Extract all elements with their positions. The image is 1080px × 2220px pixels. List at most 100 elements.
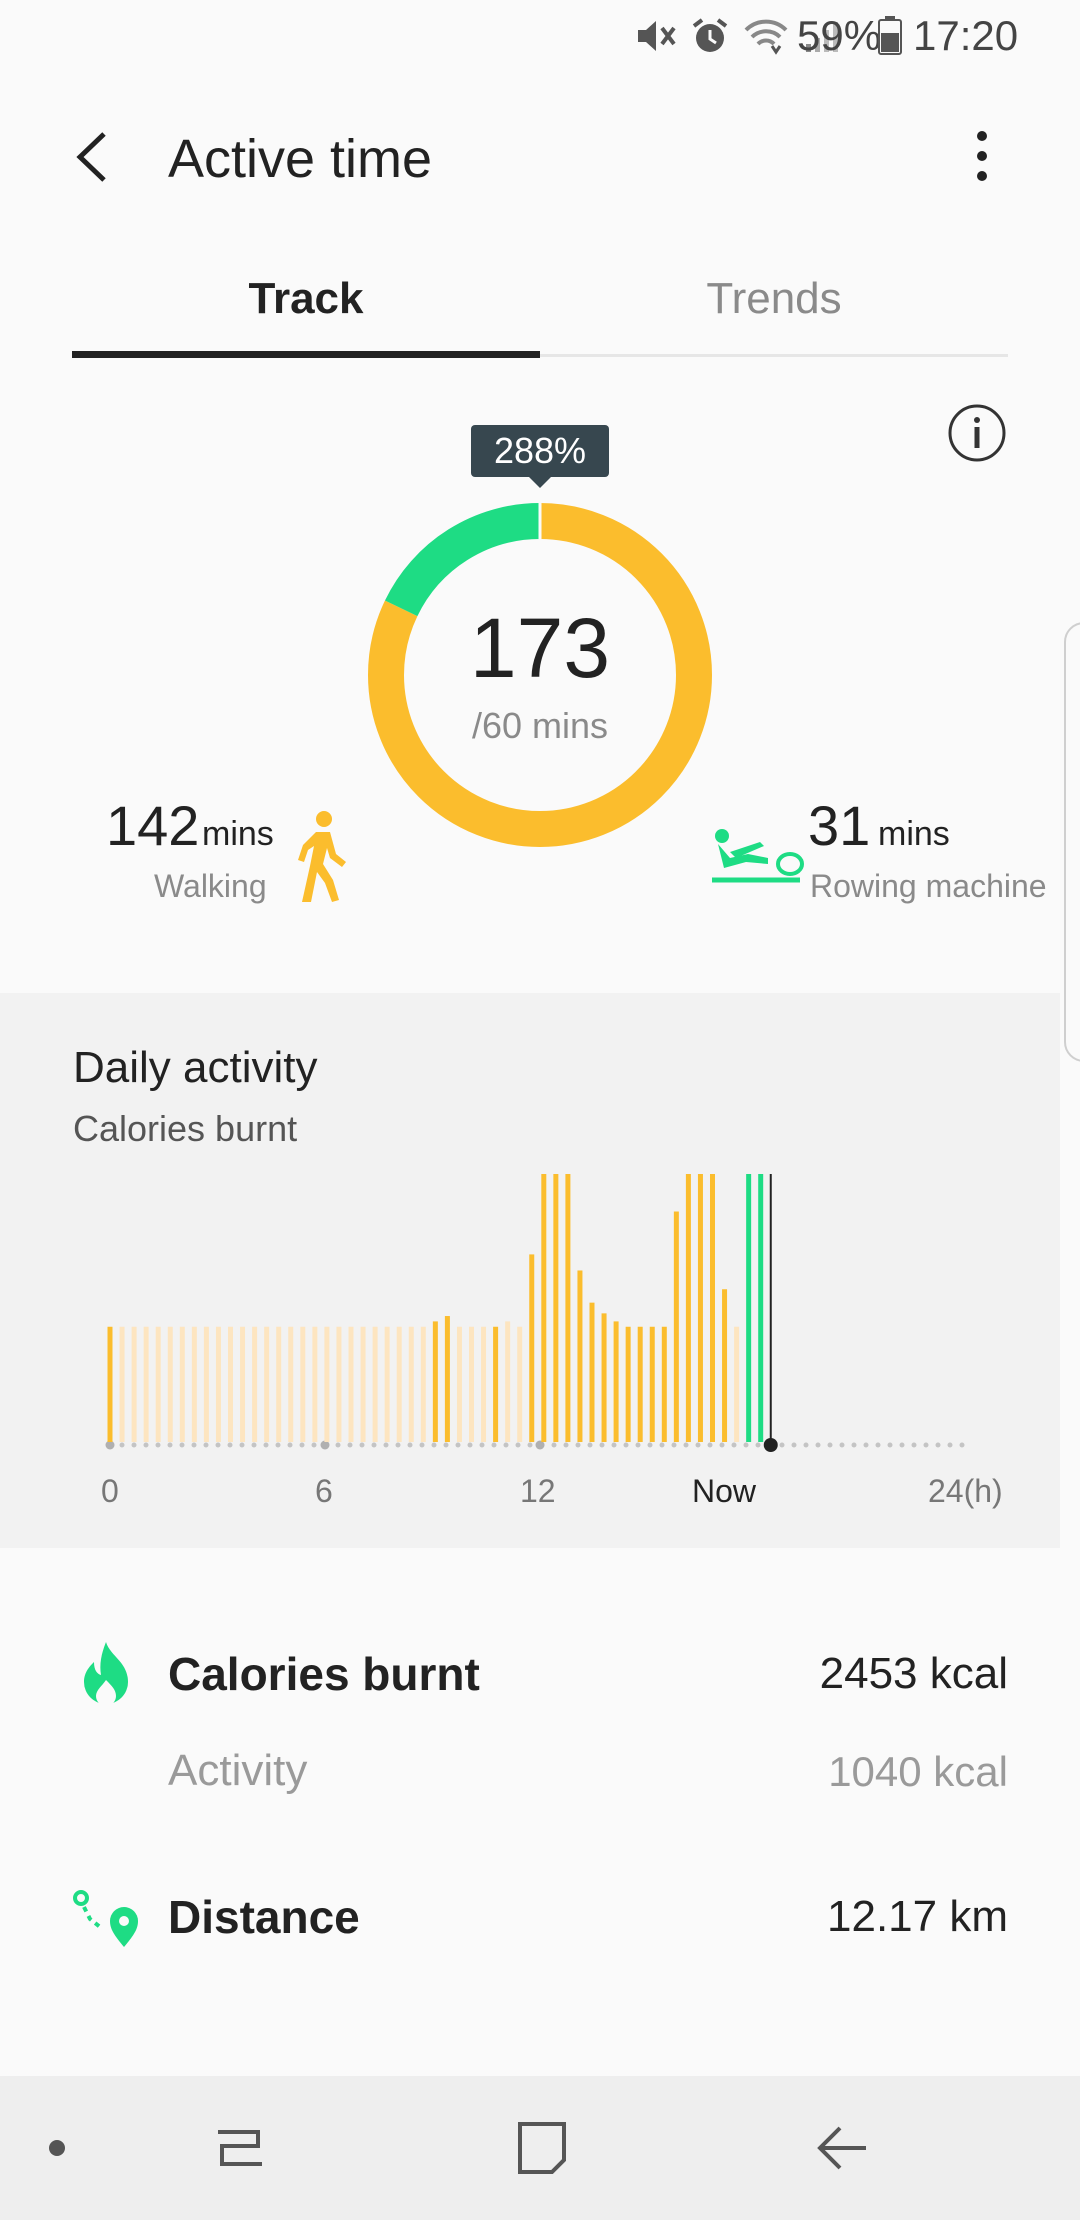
axis-dot <box>863 1442 869 1448</box>
calorie-bar <box>685 1174 691 1442</box>
axis-dot <box>515 1442 521 1448</box>
info-button[interactable] <box>947 403 1007 463</box>
axis-dot <box>167 1442 173 1448</box>
nav-home-button[interactable] <box>510 2116 574 2180</box>
axis-dot <box>851 1442 857 1448</box>
wifi-icon <box>744 19 788 55</box>
clock: 17:20 <box>913 12 1019 59</box>
calorie-bar <box>517 1326 523 1442</box>
calorie-bar <box>240 1326 246 1442</box>
calorie-bar <box>324 1326 330 1442</box>
route-pin-icon <box>73 1890 138 1947</box>
badge-pointer <box>528 476 552 488</box>
distance-label: Distance <box>168 1891 360 1943</box>
status-bar: 59% 17:20 <box>0 0 1080 72</box>
axis-dot <box>467 1442 473 1448</box>
axis-dot <box>431 1442 437 1448</box>
calorie-bar <box>661 1326 667 1442</box>
axis-dot <box>143 1442 149 1448</box>
calorie-bar <box>541 1174 547 1442</box>
recents-icon <box>218 2130 262 2166</box>
rowing-machine-icon <box>712 829 804 883</box>
axis-dot <box>695 1442 701 1448</box>
calorie-bar <box>481 1326 487 1442</box>
calorie-bar <box>710 1174 715 1442</box>
axis-dot <box>551 1442 557 1448</box>
edge-panel-handle[interactable] <box>1064 622 1080 1062</box>
calorie-bar <box>252 1326 258 1442</box>
dot-icon <box>49 2140 65 2156</box>
axis-dot <box>791 1442 797 1448</box>
axis-dot <box>671 1442 677 1448</box>
axis-dot <box>803 1442 809 1448</box>
more-options-button[interactable] <box>960 122 1004 192</box>
now-marker <box>763 1438 778 1452</box>
axis-dot <box>719 1442 725 1448</box>
axis-dot <box>479 1442 485 1448</box>
nav-recents-button[interactable] <box>206 2116 270 2180</box>
activity-calories-label: Activity <box>168 1746 308 1795</box>
calorie-bar <box>577 1270 583 1442</box>
app-bar: Active time <box>0 100 1080 220</box>
calorie-bar <box>288 1326 294 1442</box>
calorie-bar <box>493 1326 499 1442</box>
axis-dot <box>239 1442 245 1448</box>
axis-dot <box>359 1442 365 1448</box>
axis-dot <box>227 1442 233 1448</box>
walking-minutes: 142 <box>106 794 200 857</box>
axis-dot <box>923 1442 929 1448</box>
axis-dot <box>959 1442 965 1448</box>
axis-dot <box>599 1442 605 1448</box>
calorie-bar <box>372 1326 378 1442</box>
calorie-bar <box>613 1321 619 1442</box>
calorie-bar <box>336 1326 342 1442</box>
back-button[interactable] <box>60 122 130 192</box>
calorie-bar <box>456 1326 462 1442</box>
nav-dot-button[interactable] <box>25 2116 89 2180</box>
axis-dot <box>443 1442 449 1448</box>
calorie-bar <box>384 1326 390 1442</box>
axis-dot <box>191 1442 197 1448</box>
calorie-bar <box>155 1326 161 1442</box>
x-tick-0: 0 <box>101 1473 119 1509</box>
tab-trends[interactable]: Trends <box>540 274 1008 324</box>
axis-dot <box>419 1442 425 1448</box>
calorie-bar <box>408 1326 414 1442</box>
calories-label: Calories burnt <box>168 1648 480 1700</box>
calorie-bar <box>746 1174 752 1442</box>
goal-minutes: /60 mins <box>471 705 609 746</box>
calorie-bar <box>107 1326 113 1442</box>
axis-dot <box>875 1442 881 1448</box>
alarm-icon <box>692 18 728 52</box>
axis-dot <box>119 1442 125 1448</box>
axis-dot <box>395 1442 401 1448</box>
calories-bar-chart <box>105 1174 965 1452</box>
axis-dot <box>779 1442 785 1448</box>
tab-track[interactable]: Track <box>72 274 540 324</box>
axis-dot <box>299 1442 305 1448</box>
total-minutes: 173 <box>469 601 611 695</box>
calorie-bar <box>191 1326 197 1442</box>
daily-activity-card[interactable]: Daily activity Calories burnt 0 6 12 Now… <box>0 993 1060 1548</box>
tab-indicator <box>72 351 540 358</box>
calorie-bar <box>469 1326 474 1442</box>
calorie-bar <box>300 1326 306 1442</box>
flame-icon <box>84 1642 128 1706</box>
axis-dot <box>827 1442 833 1448</box>
calorie-bar <box>601 1313 607 1442</box>
axis-dot <box>815 1442 821 1448</box>
axis-dot <box>407 1442 413 1448</box>
calorie-bar <box>734 1326 740 1442</box>
axis-dot <box>335 1442 341 1448</box>
calorie-bar <box>348 1326 354 1442</box>
walking-icon <box>298 811 346 902</box>
calorie-bar <box>203 1326 209 1442</box>
x-tick-6: 6 <box>315 1473 333 1509</box>
axis-dot <box>155 1442 161 1448</box>
calorie-bar <box>637 1326 643 1442</box>
axis-dot <box>647 1442 653 1448</box>
distance-value: 12.17 km <box>827 1892 1008 1941</box>
axis-dot <box>623 1442 629 1448</box>
axis-dot <box>899 1442 905 1448</box>
nav-back-button[interactable] <box>810 2116 874 2180</box>
